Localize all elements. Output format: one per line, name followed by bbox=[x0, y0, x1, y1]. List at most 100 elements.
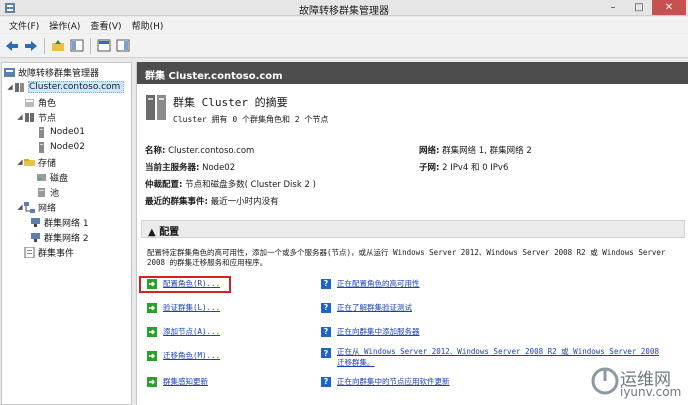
migrate-role-link[interactable]: 迁移角色(M)... bbox=[163, 350, 220, 361]
tree-label: 角色 bbox=[38, 98, 57, 109]
tree-item-pools[interactable]: 池 bbox=[36, 185, 59, 199]
help-link[interactable]: 正在向群集中添加服务器 bbox=[337, 326, 420, 337]
help-icon: ? bbox=[321, 326, 331, 337]
tree-item-networks[interactable]: ◢ 网络 bbox=[16, 200, 56, 214]
help-link[interactable]: 正在配置角色的高可用性 bbox=[337, 278, 420, 289]
tree-label: Cluster.contoso.com bbox=[28, 81, 125, 93]
help-icon: ? bbox=[321, 278, 331, 289]
disk-icon bbox=[36, 172, 47, 183]
help-configure-role[interactable]: ? 正在配置角色的高可用性 bbox=[321, 278, 420, 289]
action-pane-icon[interactable] bbox=[115, 38, 131, 54]
migrate-role-action[interactable]: 迁移角色(M)... bbox=[147, 350, 220, 361]
help-link[interactable]: 正在向群集中的节点应用软件更新 bbox=[337, 376, 450, 387]
cluster-aware-update-link[interactable]: 群集感知更新 bbox=[163, 376, 208, 387]
arrow-icon bbox=[147, 376, 157, 387]
help-validation[interactable]: ? 正在了解群集验证测试 bbox=[321, 302, 412, 313]
menu-file[interactable]: 文件(F) bbox=[4, 17, 44, 33]
forward-icon[interactable] bbox=[23, 38, 39, 54]
tree-item-node01[interactable]: Node01 bbox=[36, 125, 85, 139]
info-subnet: 子网: 2 IPv4 和 0 IPv6 bbox=[419, 163, 509, 173]
navigation-tree: 故障转移群集管理器 ◢ Cluster.contoso.com 角色 ◢ 节点 … bbox=[1, 62, 132, 405]
tree-label: 群集事件 bbox=[38, 248, 75, 259]
back-icon[interactable] bbox=[4, 38, 20, 54]
mmc-window: 故障转移群集管理器 – □ ✕ 文件(F) 操作(A) 查看(V) 帮助(H) … bbox=[0, 0, 688, 405]
help-software-update[interactable]: ? 正在向群集中的节点应用软件更新 bbox=[321, 376, 450, 387]
collapse-icon[interactable]: ◢ bbox=[16, 113, 24, 121]
tree-item-storage[interactable]: ◢ 存储 bbox=[16, 155, 56, 169]
tree-item-disks[interactable]: 磁盘 bbox=[36, 170, 68, 184]
title-bar: 故障转移群集管理器 – □ ✕ bbox=[0, 0, 688, 17]
server-icon bbox=[36, 141, 47, 153]
help-add-server[interactable]: ? 正在向群集中添加服务器 bbox=[321, 326, 420, 337]
cluster-manager-icon bbox=[4, 67, 15, 78]
server-icon bbox=[36, 126, 47, 138]
add-node-action[interactable]: 添加节点(A)... bbox=[147, 326, 220, 337]
cluster-icon bbox=[14, 82, 25, 93]
arrow-icon bbox=[147, 326, 157, 337]
details-pane: 群集 Cluster.contoso.com 群集 Cluster 的摘要 Cl… bbox=[136, 62, 688, 405]
summary-subtitle: Cluster 拥有 0 个群集角色和 2 个节点 bbox=[173, 115, 329, 124]
tree-item-node02[interactable]: Node02 bbox=[36, 140, 85, 154]
config-section-header[interactable]: ▲ 配置 bbox=[141, 220, 685, 238]
info-quorum: 仲裁配置: 节点和磁盘多数( Cluster Disk 2 ) bbox=[145, 180, 316, 190]
toolbar-separator bbox=[90, 37, 91, 54]
collapse-icon[interactable]: ◢ bbox=[6, 83, 14, 91]
tree-label: 磁盘 bbox=[50, 173, 69, 184]
arrow-icon bbox=[147, 350, 157, 361]
help-icon: ? bbox=[321, 348, 331, 358]
collapse-icon[interactable]: ▲ bbox=[148, 227, 156, 238]
tree-label: Node02 bbox=[50, 142, 85, 152]
help-link[interactable]: 正在了解群集验证测试 bbox=[337, 302, 412, 313]
pool-icon bbox=[36, 187, 47, 198]
menu-help[interactable]: 帮助(H) bbox=[127, 17, 169, 33]
network-icon bbox=[30, 232, 41, 243]
tree-item-network-1[interactable]: 群集网络 1 bbox=[30, 215, 89, 229]
help-icon: ? bbox=[321, 376, 331, 387]
toolbar bbox=[0, 34, 688, 58]
validate-cluster-action[interactable]: 验证群集(L)... bbox=[147, 302, 220, 313]
events-icon bbox=[24, 246, 35, 258]
storage-icon bbox=[24, 157, 35, 168]
info-host: 当前主服务器: Node02 bbox=[145, 163, 236, 173]
add-node-link[interactable]: 添加节点(A)... bbox=[163, 326, 220, 337]
tree-item-nodes[interactable]: ◢ 节点 bbox=[16, 110, 56, 124]
toolbar-separator bbox=[44, 37, 45, 54]
close-button[interactable]: ✕ bbox=[652, 0, 686, 15]
help-icon: ? bbox=[321, 302, 331, 313]
tree-item-roles[interactable]: 角色 bbox=[16, 95, 56, 109]
collapse-icon[interactable]: ◢ bbox=[16, 158, 24, 166]
roles-icon bbox=[24, 97, 35, 108]
tree-label: 存储 bbox=[38, 158, 57, 169]
menu-action[interactable]: 操作(A) bbox=[44, 17, 85, 33]
cluster-aware-update-action[interactable]: 群集感知更新 bbox=[147, 376, 208, 387]
help-icon[interactable] bbox=[96, 38, 112, 54]
nodes-icon bbox=[24, 112, 35, 123]
maximize-button[interactable]: □ bbox=[626, 0, 652, 15]
pane-header: 群集 Cluster.contoso.com bbox=[137, 62, 688, 84]
tree-item-network-2[interactable]: 群集网络 2 bbox=[30, 230, 89, 244]
window-title: 故障转移群集管理器 bbox=[299, 6, 389, 17]
tree-label: 池 bbox=[50, 188, 60, 199]
watermark-logo: 运维网 iyunv.com bbox=[590, 357, 686, 403]
network-icon bbox=[30, 217, 41, 228]
tree-item-cluster[interactable]: ◢ Cluster.contoso.com bbox=[6, 80, 125, 94]
tree-label: Node01 bbox=[50, 127, 85, 137]
info-events: 最近的群集事件: 最近一小时内没有 bbox=[145, 197, 279, 207]
collapse-icon[interactable]: ◢ bbox=[16, 203, 24, 211]
minimize-button[interactable]: – bbox=[600, 0, 626, 15]
menu-view[interactable]: 查看(V) bbox=[85, 17, 126, 33]
tree-label: 故障转移群集管理器 bbox=[18, 68, 100, 79]
tree-label: 网络 bbox=[38, 203, 57, 214]
cluster-large-icon bbox=[145, 92, 167, 125]
up-folder-icon[interactable] bbox=[50, 38, 66, 54]
tree-item-root[interactable]: 故障转移群集管理器 bbox=[4, 65, 99, 79]
watermark-url: iyunv.com bbox=[620, 385, 682, 399]
show-hide-tree-icon[interactable] bbox=[69, 38, 85, 54]
info-name: 名称: Cluster.contoso.com bbox=[145, 146, 255, 156]
info-network: 网络: 群集网络 1, 群集网络 2 bbox=[419, 146, 532, 156]
summary-title: 群集 Cluster 的摘要 bbox=[173, 96, 288, 109]
tree-item-events[interactable]: 群集事件 bbox=[16, 245, 74, 259]
config-description: 配置特定群集角色的高可用性，添加一个或多个服务器(节点)，或从运行 Window… bbox=[147, 248, 666, 267]
highlight-box bbox=[139, 276, 231, 293]
validate-cluster-link[interactable]: 验证群集(L)... bbox=[163, 302, 220, 313]
